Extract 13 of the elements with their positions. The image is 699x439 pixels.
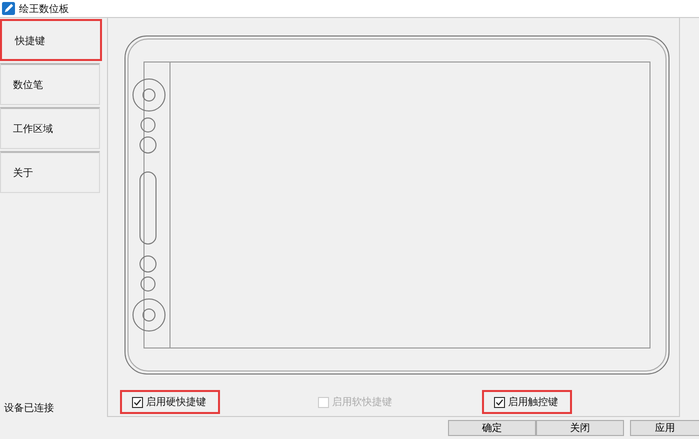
dialog-button[interactable]: 确定 xyxy=(448,420,536,436)
connection-status: 设备已连接 xyxy=(3,402,55,416)
option-checkbox[interactable]: 启用触控键 xyxy=(484,392,570,412)
sidebar-tab[interactable]: 快捷键 xyxy=(0,19,102,61)
sidebar-tab[interactable]: 数位笔 xyxy=(0,63,100,105)
sidebar-tab[interactable]: 关于 xyxy=(0,151,100,193)
checkmark-icon xyxy=(495,398,504,406)
dialog-button[interactable]: 关闭 xyxy=(536,420,624,436)
checkmark-icon xyxy=(133,398,142,406)
sidebar-tab[interactable]: 工作区域 xyxy=(0,107,100,149)
window-title: 绘王数位板 xyxy=(19,2,69,16)
dialog-button[interactable]: 应用 xyxy=(630,420,699,436)
option-checkbox[interactable]: 启用硬快捷键 xyxy=(122,392,218,412)
